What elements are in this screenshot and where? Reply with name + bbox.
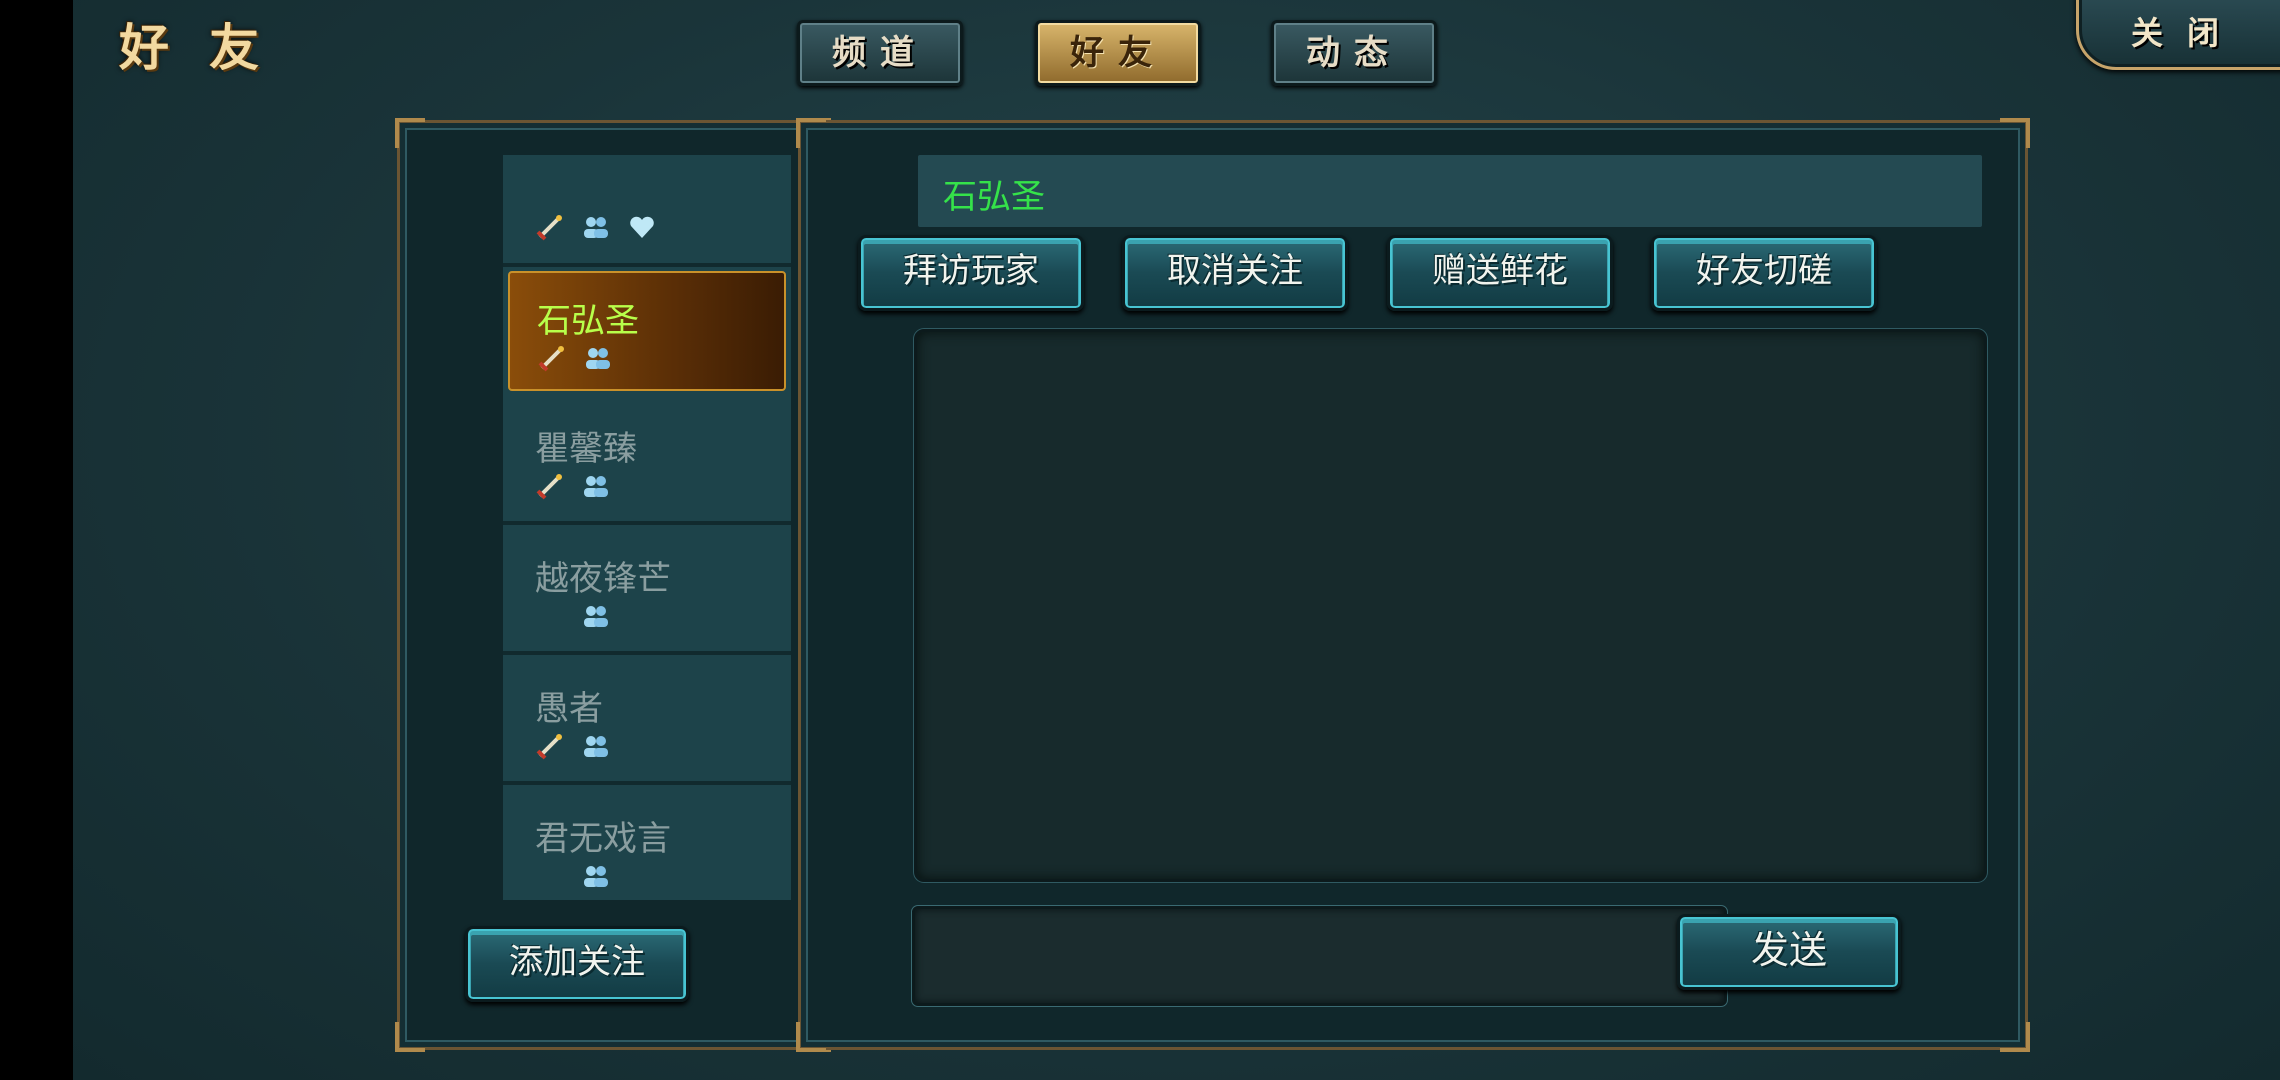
team-icon (584, 217, 608, 238)
heart-icon (630, 216, 654, 238)
selected-friend-bar: 石弘圣 (918, 155, 1982, 227)
send-flowers-button[interactable]: 赠送鲜花 (1387, 235, 1613, 311)
tab-dynamics[interactable]: 动态 (1271, 20, 1437, 86)
team-icon (584, 606, 608, 627)
tab-channel[interactable]: 频道 (797, 20, 963, 86)
sword-icon (536, 474, 562, 500)
close-button[interactable]: 关闭 (2076, 0, 2280, 70)
add-follow-button[interactable]: 添加关注 (465, 926, 689, 1002)
tab-friends[interactable]: 好友 (1035, 20, 1201, 86)
team-icon (584, 476, 608, 497)
friend-name: 石弘圣 (537, 301, 639, 341)
unfollow-button[interactable]: 取消关注 (1122, 235, 1348, 311)
game-screen: 好友 频道 好友 动态 关闭 石弘圣 瞿馨臻 越夜锋芒 愚者 君无戏言 添加关注… (73, 0, 2280, 1080)
message-history[interactable] (914, 329, 1987, 882)
sword-icon (538, 346, 564, 372)
team-icon (584, 736, 608, 757)
list-item-selected[interactable]: 石弘圣 (508, 271, 786, 391)
friend-name: 瞿馨臻 (535, 429, 637, 469)
list-item[interactable]: 越夜锋芒 (503, 529, 791, 655)
friend-name: 君无戏言 (535, 819, 671, 859)
list-item[interactable]: 愚者 (503, 659, 791, 785)
list-item[interactable] (503, 155, 791, 267)
friend-name: 愚者 (535, 689, 603, 729)
send-button[interactable]: 发送 (1677, 914, 1901, 990)
message-input[interactable] (912, 906, 1727, 1006)
spar-friend-button[interactable]: 好友切磋 (1651, 235, 1877, 311)
visit-player-button[interactable]: 拜访玩家 (858, 235, 1084, 311)
list-item[interactable]: 瞿馨臻 (503, 399, 791, 525)
page-title: 好友 (119, 18, 299, 77)
team-icon (586, 348, 610, 369)
sword-icon (536, 734, 562, 760)
team-icon (584, 866, 608, 887)
friend-name: 越夜锋芒 (535, 559, 671, 599)
selected-friend-name: 石弘圣 (943, 177, 1045, 217)
list-item[interactable]: 君无戏言 (503, 789, 791, 900)
sword-icon (536, 215, 562, 241)
friend-list[interactable]: 石弘圣 瞿馨臻 越夜锋芒 愚者 君无戏言 (503, 155, 791, 900)
